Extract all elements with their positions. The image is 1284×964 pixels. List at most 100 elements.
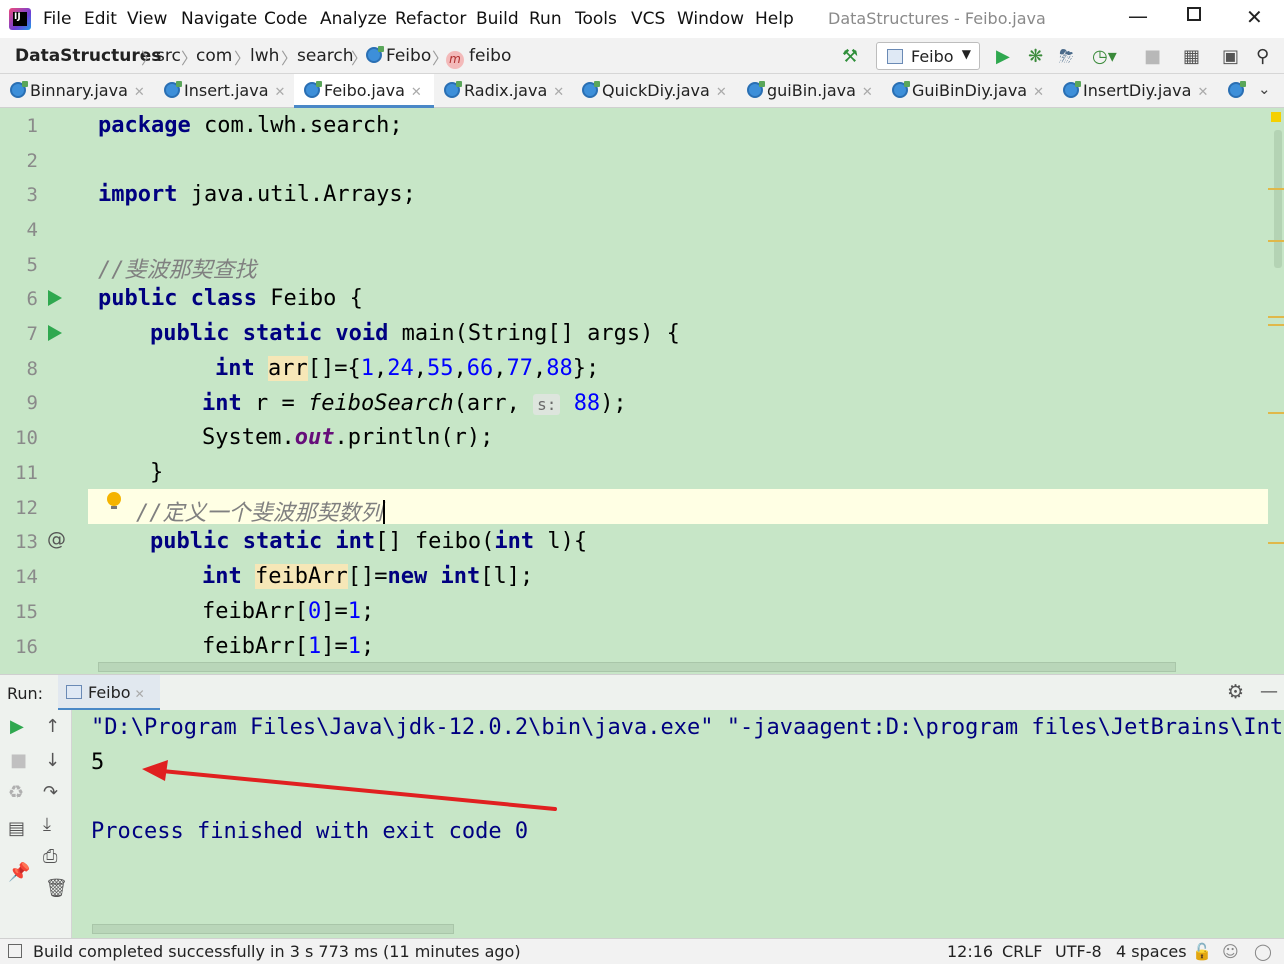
close-icon[interactable]: ✕	[1246, 5, 1263, 29]
editor-horizontal-scrollbar[interactable]	[98, 662, 1176, 672]
class-icon	[1063, 81, 1081, 98]
class-icon	[1228, 81, 1246, 98]
menu-vcs[interactable]: VCS	[631, 9, 665, 29]
indent-setting[interactable]: 4 spaces	[1116, 942, 1187, 961]
arrow-up-icon[interactable]: ↑	[45, 716, 60, 737]
lightbulb-icon[interactable]	[107, 492, 121, 510]
close-tab-icon[interactable]: ✕	[411, 85, 422, 100]
menu-help[interactable]: Help	[755, 9, 794, 29]
menu-run[interactable]: Run	[529, 9, 562, 29]
menu-view[interactable]: View	[127, 9, 167, 29]
build-status-message[interactable]: Build completed successfully in 3 s 773 …	[33, 942, 521, 961]
line-number: 9	[26, 392, 38, 414]
profile-icon[interactable]: ◷▾	[1092, 46, 1117, 67]
console-horizontal-scrollbar[interactable]	[92, 924, 454, 934]
run-config-select[interactable]: Feibo ▼	[876, 42, 980, 70]
menu-navigate[interactable]: Navigate	[181, 9, 257, 29]
menu-tools[interactable]: Tools	[575, 9, 617, 29]
caret-position[interactable]: 12:16	[947, 942, 993, 961]
console-output[interactable]: "D:\Program Files\Java\jdk-12.0.2\bin\ja…	[72, 710, 1284, 938]
annotation-arrow	[142, 760, 557, 811]
run-icon[interactable]: ▶	[996, 46, 1010, 67]
close-tab-icon[interactable]: ✕	[862, 85, 873, 100]
menu-edit[interactable]: Edit	[84, 9, 117, 29]
code-editor[interactable]: 1 2 3 4 5 6 7 8 9 10 11 12 13 14 15 16 @…	[0, 108, 1284, 674]
tab-binnary[interactable]: Binnary.java ✕	[0, 74, 152, 108]
tab-insertdiy[interactable]: InsertDiy.java ✕	[1053, 74, 1221, 108]
gear-icon[interactable]: ⚙	[1227, 681, 1244, 703]
override-at-icon[interactable]: @	[47, 528, 66, 550]
parameter-hint: s:	[533, 394, 561, 415]
tab-quickdiy[interactable]: QuickDiy.java ✕	[572, 74, 734, 108]
line-separator[interactable]: CRLF	[1002, 942, 1042, 961]
minimize-icon[interactable]: —	[1128, 4, 1148, 28]
breadcrumb-src[interactable]: src	[156, 46, 181, 66]
navigation-bar: DataStructures 〉 src 〉 com 〉 lwh 〉 searc…	[0, 38, 1284, 74]
menu-file[interactable]: File	[43, 9, 71, 29]
hide-panel-icon[interactable]: —	[1260, 681, 1278, 702]
tab-run-feibo[interactable]: Feibo ✕	[58, 675, 160, 711]
window-title: DataStructures - Feibo.java	[828, 9, 1046, 28]
arrow-down-icon[interactable]: ↓	[45, 750, 60, 771]
terminal-icon[interactable]: ▣	[1222, 46, 1239, 67]
close-tab-icon[interactable]: ✕	[135, 687, 145, 701]
line-number: 4	[26, 219, 38, 241]
tool-windows-icon[interactable]	[8, 944, 22, 958]
coverage-icon[interactable]: ⛈	[1059, 46, 1073, 67]
print-icon[interactable]: ⎙	[43, 846, 57, 867]
tab-guibindiy[interactable]: GuiBinDiy.java ✕	[882, 74, 1052, 108]
class-icon	[444, 81, 462, 98]
stop-icon[interactable]: ■	[10, 750, 27, 771]
menu-code[interactable]: Code	[264, 9, 308, 29]
breadcrumb-project[interactable]: DataStructures	[15, 46, 161, 66]
breadcrumb-com[interactable]: com	[196, 46, 232, 66]
search-icon[interactable]: ⚲	[1256, 46, 1269, 67]
close-tab-icon[interactable]: ✕	[275, 85, 286, 100]
menu-window[interactable]: Window	[677, 9, 744, 29]
close-tab-icon[interactable]: ✕	[716, 85, 727, 100]
menu-refactor[interactable]: Refactor	[395, 9, 466, 29]
stop-icon[interactable]: ■	[1144, 46, 1161, 67]
lock-icon[interactable]: 🔓	[1192, 942, 1212, 961]
scroll-to-end-icon[interactable]: ⤓	[43, 814, 51, 835]
project-structure-icon[interactable]: ▦	[1183, 46, 1200, 67]
close-tab-icon[interactable]: ✕	[553, 85, 564, 100]
build-hammer-icon[interactable]: ⚒	[842, 46, 858, 67]
editor-vertical-scrollbar[interactable]	[1268, 108, 1284, 674]
menu-analyze[interactable]: Analyze	[320, 9, 387, 29]
class-icon	[10, 81, 28, 98]
tab-insert[interactable]: Insert.java ✕	[154, 74, 294, 108]
inspector-icon[interactable]: ☺	[1222, 942, 1239, 961]
chevron-right-icon: 〉	[141, 49, 158, 68]
file-encoding[interactable]: UTF-8	[1055, 942, 1102, 961]
debug-bug-icon[interactable]: ❋	[1028, 46, 1043, 67]
tab-feibo[interactable]: Feibo.java ✕	[294, 74, 434, 108]
breadcrumb-search[interactable]: search	[297, 46, 353, 66]
menu-build[interactable]: Build	[476, 9, 519, 29]
chevron-down-icon[interactable]: ⌄	[1258, 80, 1271, 98]
layout-icon[interactable]: ▤	[8, 818, 25, 839]
breadcrumb-method[interactable]: m feibo	[446, 46, 511, 69]
code-line-3: import java.util.Arrays;	[98, 182, 416, 207]
close-tab-icon[interactable]: ✕	[1033, 85, 1044, 100]
tab-guibin[interactable]: guiBin.java ✕	[737, 74, 883, 108]
line-number: 10	[15, 427, 38, 449]
tab-radix[interactable]: Radix.java ✕	[434, 74, 570, 108]
restore-layout-icon[interactable]: ♻	[8, 782, 24, 803]
soft-wrap-icon[interactable]: ↷	[43, 782, 58, 803]
close-tab-icon[interactable]: ✕	[1197, 85, 1208, 100]
close-tab-icon[interactable]: ✕	[134, 85, 145, 100]
rerun-icon[interactable]: ▶	[10, 716, 24, 737]
line-number: 15	[15, 601, 38, 623]
notifications-icon[interactable]: ◯	[1254, 942, 1272, 961]
run-class-gutter-icon[interactable]	[48, 290, 62, 306]
class-icon	[164, 81, 182, 98]
inspection-status-icon[interactable]	[1271, 112, 1281, 122]
pin-icon[interactable]: 📌	[8, 862, 30, 883]
maximize-icon[interactable]	[1187, 7, 1201, 21]
breadcrumb-lwh[interactable]: lwh	[250, 46, 279, 66]
breadcrumb-class[interactable]: Feibo	[366, 46, 431, 66]
tab-overflow[interactable]	[1218, 74, 1248, 108]
run-main-gutter-icon[interactable]	[48, 325, 62, 341]
trash-icon[interactable]: 🗑	[45, 878, 68, 899]
